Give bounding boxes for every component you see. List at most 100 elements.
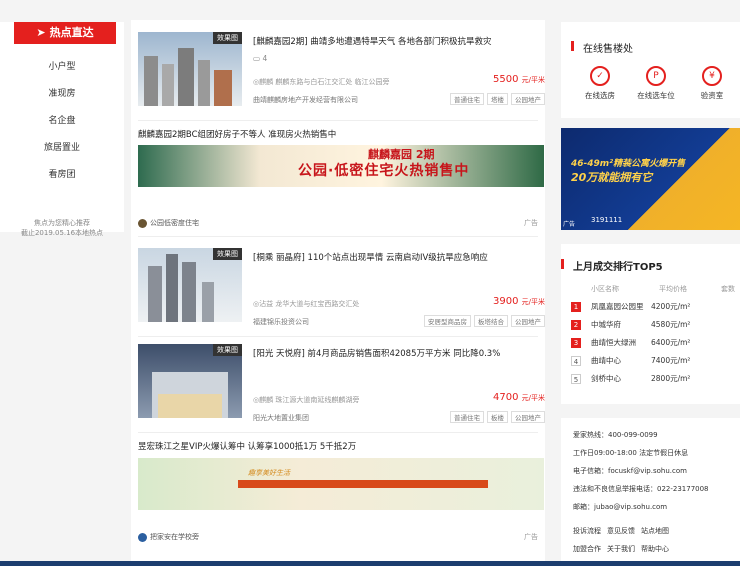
hot-direct-button[interactable]: ➤ 热点直达: [14, 22, 116, 44]
developer-name: 福建锦乐投资公司: [253, 318, 309, 326]
ranking-title: 上月成交排行TOP5: [561, 258, 663, 273]
sponsor-avatar: [138, 532, 147, 542]
ad-label: 广告: [524, 533, 538, 541]
parking-icon: P: [646, 66, 666, 86]
listing-address: ◎麒麟 麒麟东路与白石江交汇处 临江公园旁: [253, 78, 390, 86]
ad-title[interactable]: 昱宏珠江之星VIP火爆认筹中 认筹享1000抵1万 5千抵2万: [138, 440, 356, 452]
sidebar-item-tour-group[interactable]: 看房团: [0, 162, 124, 189]
ad-banner[interactable]: 趣享美好生活: [138, 458, 544, 510]
hours-text: 工作日09:00-18:00 法定节假日休息: [573, 449, 689, 457]
developer-name: 阳光大地置业集团: [253, 414, 309, 422]
service-online-select[interactable]: ✓ 在线选房: [575, 66, 625, 101]
sponsor-name: 公园低密度住宅: [150, 219, 199, 227]
tag: 板楼: [487, 411, 508, 423]
link-feedback[interactable]: 意见反馈: [607, 527, 635, 535]
listing-title[interactable]: [桐乘 丽晶府] 110个站点出现旱情 云南启动IV级抗旱应急响应: [253, 251, 545, 263]
render-tag: 效果图: [213, 248, 242, 260]
link-join[interactable]: 加盟合作: [573, 545, 601, 553]
sponsor-name: 把家安在学校旁: [150, 533, 199, 541]
tag: 普通住宅: [450, 411, 484, 423]
rank-number: 4: [571, 356, 581, 366]
listing-card[interactable]: 效果图 [桐乘 丽晶府] 110个站点出现旱情 云南启动IV级抗旱应急响应 ◎沾…: [138, 248, 545, 328]
service-label: 验资室: [700, 91, 724, 100]
listing-card[interactable]: 效果图 [麒麟嘉园2期] 曲靖多地遭遇特旱天气 各地各部门积极抗旱救灾 ▭ 4 …: [138, 32, 545, 112]
ad-label: 广告: [563, 221, 576, 228]
ad-line2: 20万就能拥有它: [571, 171, 653, 184]
tag: 塔楼: [487, 93, 508, 105]
left-sidebar: ➤ 热点直达 小户型 准现房 名企盘 旅居置业 看房团 焦点为您精心推荐 截止20…: [0, 22, 124, 237]
tag: 普通住宅: [450, 93, 484, 105]
banner-slogan: 趣享美好生活: [248, 469, 290, 477]
ad-footer: 公园低密度住宅 广告: [138, 218, 538, 228]
money-icon: ¥: [702, 66, 722, 86]
rank-name[interactable]: 曲靖中心: [591, 355, 647, 366]
recommend-note-line1: 焦点为您精心推荐: [34, 219, 90, 227]
ad-phone: 3191111: [591, 216, 623, 224]
developer-name: 曲靖麒麟房地产开发经营有限公司: [253, 96, 358, 104]
listing-price: 5500 元/平米: [493, 74, 545, 85]
sidebar-item-small-unit[interactable]: 小户型: [0, 54, 124, 81]
rank-name[interactable]: 中城华府: [591, 319, 647, 330]
recommend-note-line2: 截止2019.05.16本地热点: [20, 229, 104, 237]
sidebar-item-ready-house[interactable]: 准现房: [0, 81, 124, 108]
rank-row[interactable]: 5 剑桥中心 2800元/m²: [571, 372, 740, 388]
listing-address: ◎麒麟 珠江源大道南延线麒麟湖旁: [253, 396, 360, 404]
rank-header-name: 小区名称: [591, 285, 619, 293]
banner-text: 公园·低密住宅火热销售中: [298, 163, 470, 179]
sponsor-avatar: [138, 218, 147, 228]
email-text: 电子信箱：focuskf@vip.sohu.com: [573, 467, 687, 475]
comment-count: ▭ 4: [253, 54, 268, 63]
tag: 安居型商品房: [424, 315, 471, 327]
rank-row[interactable]: 1 凤凰嘉园公园里 4200元/m²: [571, 300, 740, 316]
listing-thumbnail[interactable]: 效果图: [138, 32, 242, 106]
link-about[interactable]: 关于我们: [607, 545, 635, 553]
online-sales-title: 在线售楼处: [571, 40, 633, 55]
sidebar-item-brand-developer[interactable]: 名企盘: [0, 108, 124, 135]
rank-name[interactable]: 凤凰嘉园公园里: [591, 301, 647, 312]
rank-price: 6400元/m²: [651, 338, 691, 347]
listing-thumbnail[interactable]: 效果图: [138, 344, 242, 418]
rank-number: 5: [571, 374, 581, 384]
sidebar-nav: 小户型 准现房 名企盘 旅居置业 看房团: [0, 54, 124, 189]
rank-price: 2800元/m²: [651, 374, 691, 383]
listing-title[interactable]: [阳光 天悦府] 前4月商品房销售面积42085万平方米 同比降0.3%: [253, 347, 545, 359]
service-label: 在线选房: [585, 91, 615, 100]
ad-title[interactable]: 麒麟嘉园2期BC组团好房子不等人 准现房火热销售中: [138, 128, 336, 140]
rank-number: 2: [571, 320, 581, 330]
tag: 板塔结合: [474, 315, 508, 327]
contact-panel: 爱家热线：400-099-0099 工作日09:00-18:00 法定节假日休息…: [561, 418, 740, 564]
right-ad-banner[interactable]: 46-49m²精装公寓火爆开售 20万就能拥有它 3191111 广告: [561, 128, 740, 230]
report-mail-text: 邮箱：jubao@vip.sohu.com: [573, 503, 668, 511]
rank-name[interactable]: 剑桥中心: [591, 373, 647, 384]
tag: 公园地产: [511, 411, 545, 423]
link-complaint[interactable]: 投诉流程: [573, 527, 601, 535]
rank-row[interactable]: 2 中城华府 4580元/m²: [571, 318, 740, 334]
listing-thumbnail[interactable]: 效果图: [138, 248, 242, 322]
service-label: 在线选车位: [637, 91, 675, 100]
tag: 公园地产: [511, 315, 545, 327]
ad-footer: 把家安在学校旁 广告: [138, 532, 538, 542]
service-capital-check[interactable]: ¥ 验资室: [687, 66, 737, 101]
online-sales-panel: 在线售楼处 ✓ 在线选房 P 在线选车位 ¥ 验资室: [561, 22, 740, 118]
hotline-text: 爱家热线：400-099-0099: [573, 431, 658, 439]
listing-card[interactable]: 效果图 [阳光 天悦府] 前4月商品房销售面积42085万平方米 同比降0.3%…: [138, 344, 545, 424]
link-help[interactable]: 帮助中心: [641, 545, 669, 553]
listing-price: 4700 元/平米: [493, 392, 545, 403]
listing-price: 3900 元/平米: [493, 296, 545, 307]
rank-row[interactable]: 3 曲靖恒大绿洲 6400元/m²: [571, 336, 740, 352]
ad-banner[interactable]: 麒麟嘉园 2期 公园·低密住宅火热销售中: [138, 145, 544, 187]
link-sitemap[interactable]: 站点地图: [641, 527, 669, 535]
tag: 公园地产: [511, 93, 545, 105]
render-tag: 效果图: [213, 32, 242, 44]
rank-row[interactable]: 4 曲靖中心 7400元/m²: [571, 354, 740, 370]
sidebar-item-travel-home[interactable]: 旅居置业: [0, 135, 124, 162]
ad-line1: 46-49m²精装公寓火爆开售: [571, 159, 686, 169]
listing-title[interactable]: [麒麟嘉园2期] 曲靖多地遭遇特旱天气 各地各部门积极抗旱救灾: [253, 35, 545, 47]
rank-price: 4200元/m²: [651, 302, 691, 311]
service-parking[interactable]: P 在线选车位: [631, 66, 681, 101]
rank-header-count: 套数: [721, 285, 735, 293]
footer-links-row1: 投诉流程 意见反馈 站点地图: [573, 522, 740, 540]
rank-price: 4580元/m²: [651, 320, 691, 329]
os-taskbar: [0, 561, 740, 566]
rank-name[interactable]: 曲靖恒大绿洲: [591, 337, 647, 348]
